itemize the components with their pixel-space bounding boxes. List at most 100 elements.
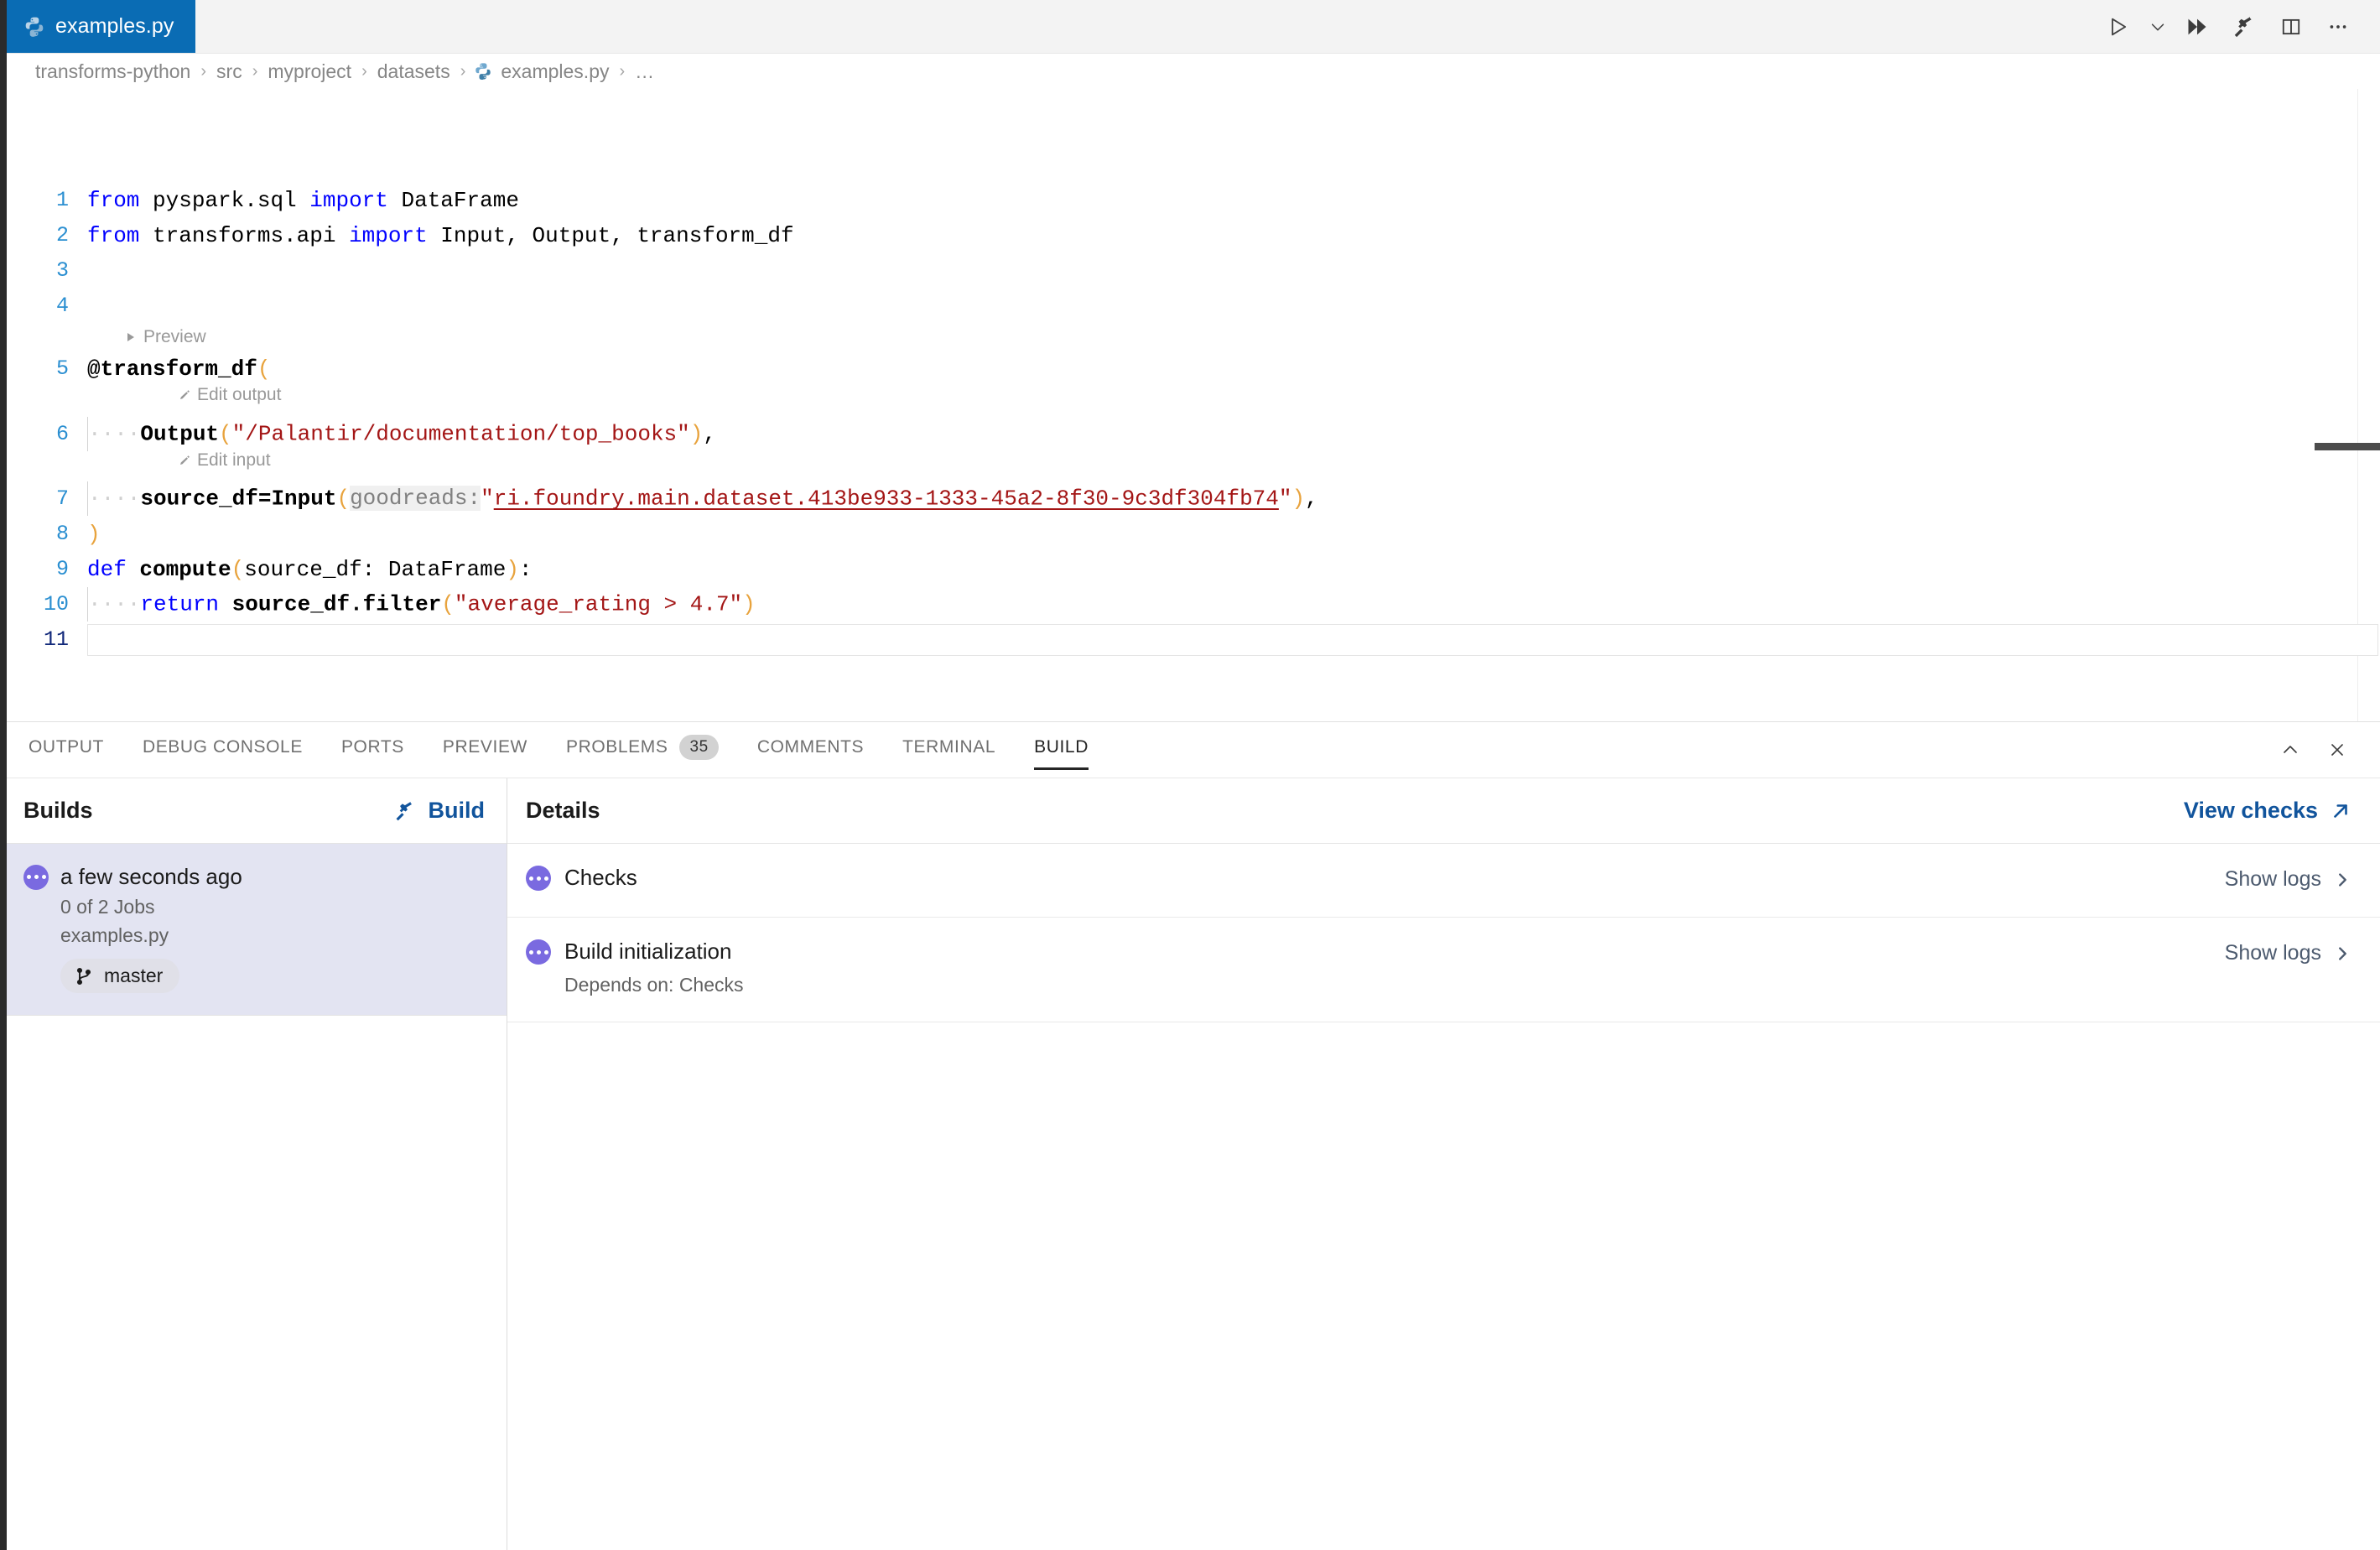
codelens-edit-input[interactable]: Edit input [178,450,271,471]
show-logs-label: Show logs [2224,941,2321,965]
assignment-expression: source_df=Input [140,486,337,512]
show-logs-button[interactable]: Show logs [2225,866,2351,892]
string-literal: "/Palantir/documentation/top_books" [231,421,690,447]
code-text: ····source_df=Input(goodreads:"ri.foundr… [87,481,2380,516]
function-name: Output [140,421,220,447]
build-button-label: Build [428,798,486,823]
code-line-4[interactable]: 4 [0,289,2380,323]
string-literal: "average_rating > 4.7" [454,591,743,617]
split-editor-button[interactable] [2268,0,2315,53]
close-paren: ) [1291,486,1306,512]
details-row-build-initialization[interactable]: Build initialization Depends on: Checks … [507,918,2380,1022]
codelens-preview[interactable]: Preview [124,327,206,347]
code-line-11[interactable]: 11 [0,622,2380,657]
line-number-active: 11 [43,627,69,652]
details-row-content: Checks [526,865,637,891]
panel-tab-problems[interactable]: PROBLEMS 35 [566,735,719,765]
details-row-checks[interactable]: Checks Show logs [507,844,2380,918]
whitespace-dots: ···· [88,421,141,447]
code-line-9[interactable]: 9 def compute(source_df: DataFrame): [0,552,2380,586]
panel-tab-label: DEBUG CONSOLE [142,737,303,757]
panel-tab-build[interactable]: BUILD [1034,737,1089,770]
breadcrumb-separator: › [252,61,258,81]
build-hammer-button[interactable] [2221,0,2268,53]
panel-tab-label: TERMINAL [902,737,996,757]
breadcrumb-item-5[interactable]: … [633,60,656,83]
breadcrumb-item-2[interactable]: myproject [266,60,353,83]
panel-tab-comments[interactable]: COMMENTS [757,737,864,762]
python-icon [23,16,45,38]
code-line-2[interactable]: 2 from transforms.api import Input, Outp… [0,218,2380,252]
breadcrumb-separator: › [619,61,626,81]
comma: , [1305,486,1318,512]
code-line-6[interactable]: 6 ····Output("/Palantir/documentation/to… [0,417,2380,451]
code-line-3[interactable]: 3 [0,253,2380,288]
close-paren: ) [742,591,756,617]
bottom-panel: OUTPUT DEBUG CONSOLE PORTS PREVIEW PROBL… [0,721,2380,1550]
panel-tab-debug-console[interactable]: DEBUG CONSOLE [143,737,303,762]
editor-tab-bar: examples.py [0,0,2380,54]
code-line-7[interactable]: 7 ····source_df=Input(goodreads:"ri.foun… [0,481,2380,516]
pencil-icon [178,454,191,467]
view-checks-link[interactable]: View checks [2184,798,2351,824]
breadcrumb-item-4[interactable]: examples.py [499,60,611,83]
build-status-in-progress-icon [23,864,49,890]
line-number: 10 [43,592,69,616]
breadcrumb-item-0[interactable]: transforms-python [34,60,192,83]
breadcrumb-item-3[interactable]: datasets [376,60,452,83]
build-jobs-count: 0 of 2 Jobs [60,896,155,918]
line-number: 9 [55,557,69,581]
collapse-panel-button[interactable] [2269,729,2311,771]
code-line-5[interactable]: 5 @transform_df( [0,351,2380,386]
open-paren: ( [219,421,232,447]
details-panel: Details View checks Checks Show logs Bui… [507,778,2380,1550]
breadcrumb-separator: › [460,61,466,81]
breadcrumb-item-1[interactable]: src [215,60,244,83]
line-number: 8 [55,522,69,546]
codelens-edit-output[interactable]: Edit output [178,385,281,405]
details-header: Details View checks [507,778,2380,844]
panel-tab-terminal[interactable]: TERMINAL [902,737,995,762]
open-paren: ( [257,356,271,382]
build-button[interactable]: Build [393,798,486,824]
line-number: 7 [55,486,69,511]
close-panel-button[interactable] [2316,729,2358,771]
panel-tab-label: PORTS [340,737,404,757]
play-triangle-icon [124,330,138,344]
comma: , [703,421,716,447]
editor-tab-examples-py[interactable]: examples.py [0,0,196,53]
whitespace-dots: ···· [88,591,141,617]
code-text: ····return source_df.filter("average_rat… [87,587,2380,622]
build-list-item[interactable]: a few seconds ago 0 of 2 Jobs examples.p… [0,844,507,1016]
git-branch-icon [74,966,94,986]
keyword-def: def [87,556,127,582]
run-button[interactable] [2095,0,2142,53]
panel-tab-output[interactable]: OUTPUT [29,737,104,762]
code-text: @transform_df( [87,356,2380,382]
run-options-button[interactable] [2142,0,2174,53]
panel-tab-preview[interactable]: PREVIEW [443,737,527,762]
code-line-1[interactable]: 1 from pyspark.sql import DataFrame [0,183,2380,217]
code-text: ····Output("/Palantir/documentation/top_… [87,417,2380,451]
panel-tab-label: PREVIEW [442,737,527,757]
code-editor[interactable]: 1 from pyspark.sql import DataFrame 2 fr… [0,89,2380,721]
string-quote: " [481,486,494,512]
run-all-button[interactable] [2174,0,2221,53]
show-logs-button[interactable]: Show logs [2225,939,2351,965]
builds-title: Builds [23,798,93,823]
panel-tab-ports[interactable]: PORTS [341,737,404,762]
hammer-icon [393,799,417,823]
code-line-8[interactable]: 8 ) [0,517,2380,551]
keyword-return: return [140,591,220,617]
editor-tab-label: examples.py [55,14,174,38]
build-branch-chip[interactable]: master [60,959,180,993]
panel-tab-label: OUTPUT [29,737,104,757]
line-number: 2 [55,223,69,247]
keyword-import: import [309,187,388,213]
line-number: 5 [55,356,69,381]
dataset-rid-link[interactable]: ri.foundry.main.dataset.413be933-1333-45… [494,486,1279,511]
more-actions-button[interactable] [2315,0,2362,53]
build-item-header: a few seconds ago [23,864,483,890]
code-line-10[interactable]: 10 ····return source_df.filter("average_… [0,587,2380,622]
details-row-subtitle: Depends on: Checks [564,973,744,996]
